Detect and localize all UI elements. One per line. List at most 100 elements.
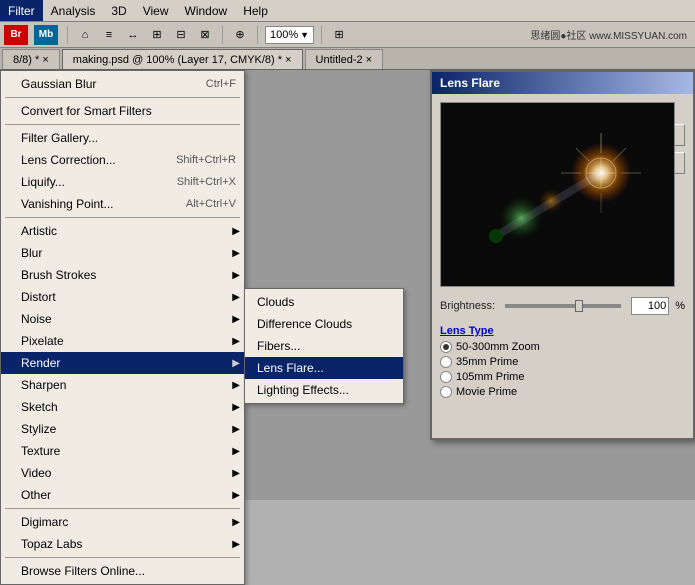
radio-zoom[interactable] <box>440 341 452 353</box>
arrow-icon: ▶ <box>232 424 240 435</box>
sep-4 <box>5 508 240 509</box>
menu-topaz[interactable]: Topaz Labs ▶ <box>1 533 244 555</box>
menu-artistic[interactable]: Artistic ▶ <box>1 220 244 242</box>
toolbar-icon-5[interactable]: ⊟ <box>171 25 191 45</box>
menu-convert-smart[interactable]: Convert for Smart Filters <box>1 100 244 122</box>
toolbar-icon-8[interactable]: ⊞ <box>329 25 349 45</box>
lens-type-section: Lens Type 50-300mm Zoom 35mm Prime 10 <box>440 325 685 398</box>
brightness-slider[interactable] <box>505 304 621 308</box>
menu-view[interactable]: View <box>135 0 177 21</box>
menu-filter-gallery[interactable]: Filter Gallery... <box>1 127 244 149</box>
menu-distort[interactable]: Distort ▶ <box>1 286 244 308</box>
toolbar-separator-4 <box>321 26 322 44</box>
toolbar-separator-1 <box>67 26 68 44</box>
toolbar-icon-2[interactable]: ≡ <box>99 25 119 45</box>
submenu-difference-clouds[interactable]: Difference Clouds <box>245 313 403 335</box>
lens-option-movie[interactable]: Movie Prime <box>440 386 685 398</box>
dialog-content: Brightness: % Lens Type 50-300mm Zoom <box>432 94 693 406</box>
menu-lens-correction[interactable]: Lens Correction... Shift+Ctrl+R <box>1 149 244 171</box>
chinese-site-text: 思绪圆●社区 www.MISSYUAN.com <box>530 27 687 42</box>
arrow-icon: ▶ <box>232 248 240 259</box>
sep-5 <box>5 557 240 558</box>
tab-3[interactable]: Untitled-2 × <box>305 49 384 69</box>
render-submenu: Clouds Difference Clouds Fibers... Lens … <box>244 288 404 404</box>
menu-vanishing-point[interactable]: Vanishing Point... Alt+Ctrl+V <box>1 193 244 215</box>
menu-stylize[interactable]: Stylize ▶ <box>1 418 244 440</box>
menu-sharpen[interactable]: Sharpen ▶ <box>1 374 244 396</box>
tab-2[interactable]: making.psd @ 100% (Layer 17, CMYK/8) * × <box>62 49 303 69</box>
zoom-dropdown[interactable]: 100% ▼ <box>265 26 314 44</box>
toolbar-icon-3[interactable]: ↔ <box>123 25 143 45</box>
arrow-icon: ▶ <box>232 402 240 413</box>
radio-movie[interactable] <box>440 386 452 398</box>
menu-pixelate[interactable]: Pixelate ▶ <box>1 330 244 352</box>
toolbar-separator-3 <box>257 26 258 44</box>
lens-option-zoom[interactable]: 50-300mm Zoom <box>440 341 685 353</box>
arrow-icon: ▶ <box>232 539 240 550</box>
submenu-fibers[interactable]: Fibers... <box>245 335 403 357</box>
toolbar-separator-2 <box>222 26 223 44</box>
arrow-icon: ▶ <box>232 490 240 501</box>
menu-3d[interactable]: 3D <box>103 0 134 21</box>
toolbar-icon-6[interactable]: ⊠ <box>195 25 215 45</box>
arrow-icon: ▶ <box>232 336 240 347</box>
menu-other[interactable]: Other ▶ <box>1 484 244 506</box>
filter-dropdown-menu: Gaussian Blur Ctrl+F Convert for Smart F… <box>0 70 245 585</box>
menu-video[interactable]: Video ▶ <box>1 462 244 484</box>
submenu-clouds[interactable]: Clouds <box>245 291 403 313</box>
brightness-unit: % <box>675 300 685 312</box>
toolbar: Br Mb ⌂ ≡ ↔ ⊞ ⊟ ⊠ ⊕ 100% ▼ ⊞ 思绪圆●社区 www.… <box>0 22 695 48</box>
sep-3 <box>5 217 240 218</box>
lens-flare-svg <box>441 103 675 287</box>
menu-liquify[interactable]: Liquify... Shift+Ctrl+X <box>1 171 244 193</box>
menu-render[interactable]: Render ▶ <box>1 352 244 374</box>
zoom-arrow: ▼ <box>300 30 309 40</box>
tab-bar: 8/8) * × making.psd @ 100% (Layer 17, CM… <box>0 48 695 70</box>
menu-browse-online[interactable]: Browse Filters Online... <box>1 560 244 582</box>
dialog-title-bar: Lens Flare <box>432 72 693 94</box>
menu-brush-strokes[interactable]: Brush Strokes ▶ <box>1 264 244 286</box>
arrow-icon: ▶ <box>232 292 240 303</box>
arrow-icon: ▶ <box>232 446 240 457</box>
lens-flare-dialog: Lens Flare OK Reset <box>430 70 695 440</box>
menu-filter[interactable]: Filter <box>0 0 43 21</box>
lens-flare-preview[interactable] <box>440 102 675 287</box>
lens-type-title: Lens Type <box>440 325 685 337</box>
arrow-icon: ▶ <box>232 226 240 237</box>
brightness-label: Brightness: <box>440 300 495 312</box>
menu-help[interactable]: Help <box>235 0 276 21</box>
lens-option-35mm[interactable]: 35mm Prime <box>440 356 685 368</box>
arrow-icon: ▶ <box>232 468 240 479</box>
radio-105mm[interactable] <box>440 371 452 383</box>
menu-window[interactable]: Window <box>177 0 236 21</box>
lens-type-radio-group: 50-300mm Zoom 35mm Prime 105mm Prime <box>440 341 685 398</box>
mb-logo[interactable]: Mb <box>34 25 58 45</box>
toolbar-icon-7[interactable]: ⊕ <box>230 25 250 45</box>
menu-digimarc[interactable]: Digimarc ▶ <box>1 511 244 533</box>
lens-option-105mm[interactable]: 105mm Prime <box>440 371 685 383</box>
menu-gaussian-blur[interactable]: Gaussian Blur Ctrl+F <box>1 73 244 95</box>
submenu-lighting-effects[interactable]: Lighting Effects... <box>245 379 403 401</box>
arrow-icon: ▶ <box>232 314 240 325</box>
menu-blur[interactable]: Blur ▶ <box>1 242 244 264</box>
sep-1 <box>5 97 240 98</box>
menu-noise[interactable]: Noise ▶ <box>1 308 244 330</box>
arrow-icon: ▶ <box>232 358 240 369</box>
menu-analysis[interactable]: Analysis <box>43 0 104 21</box>
submenu-lens-flare[interactable]: Lens Flare... <box>245 357 403 379</box>
toolbar-icon-1[interactable]: ⌂ <box>75 25 95 45</box>
radio-35mm[interactable] <box>440 356 452 368</box>
main-area: Gaussian Blur Ctrl+F Convert for Smart F… <box>0 70 695 500</box>
sep-2 <box>5 124 240 125</box>
toolbar-icon-4[interactable]: ⊞ <box>147 25 167 45</box>
menu-bar: Filter Analysis 3D View Window Help <box>0 0 695 22</box>
menu-texture[interactable]: Texture ▶ <box>1 440 244 462</box>
brightness-thumb[interactable] <box>575 300 583 312</box>
brightness-row: Brightness: % <box>440 297 685 315</box>
brightness-input[interactable] <box>631 297 669 315</box>
bridge-logo[interactable]: Br <box>4 25 28 45</box>
menu-sketch[interactable]: Sketch ▶ <box>1 396 244 418</box>
arrow-icon: ▶ <box>232 270 240 281</box>
tab-1[interactable]: 8/8) * × <box>2 49 60 69</box>
arrow-icon: ▶ <box>232 517 240 528</box>
